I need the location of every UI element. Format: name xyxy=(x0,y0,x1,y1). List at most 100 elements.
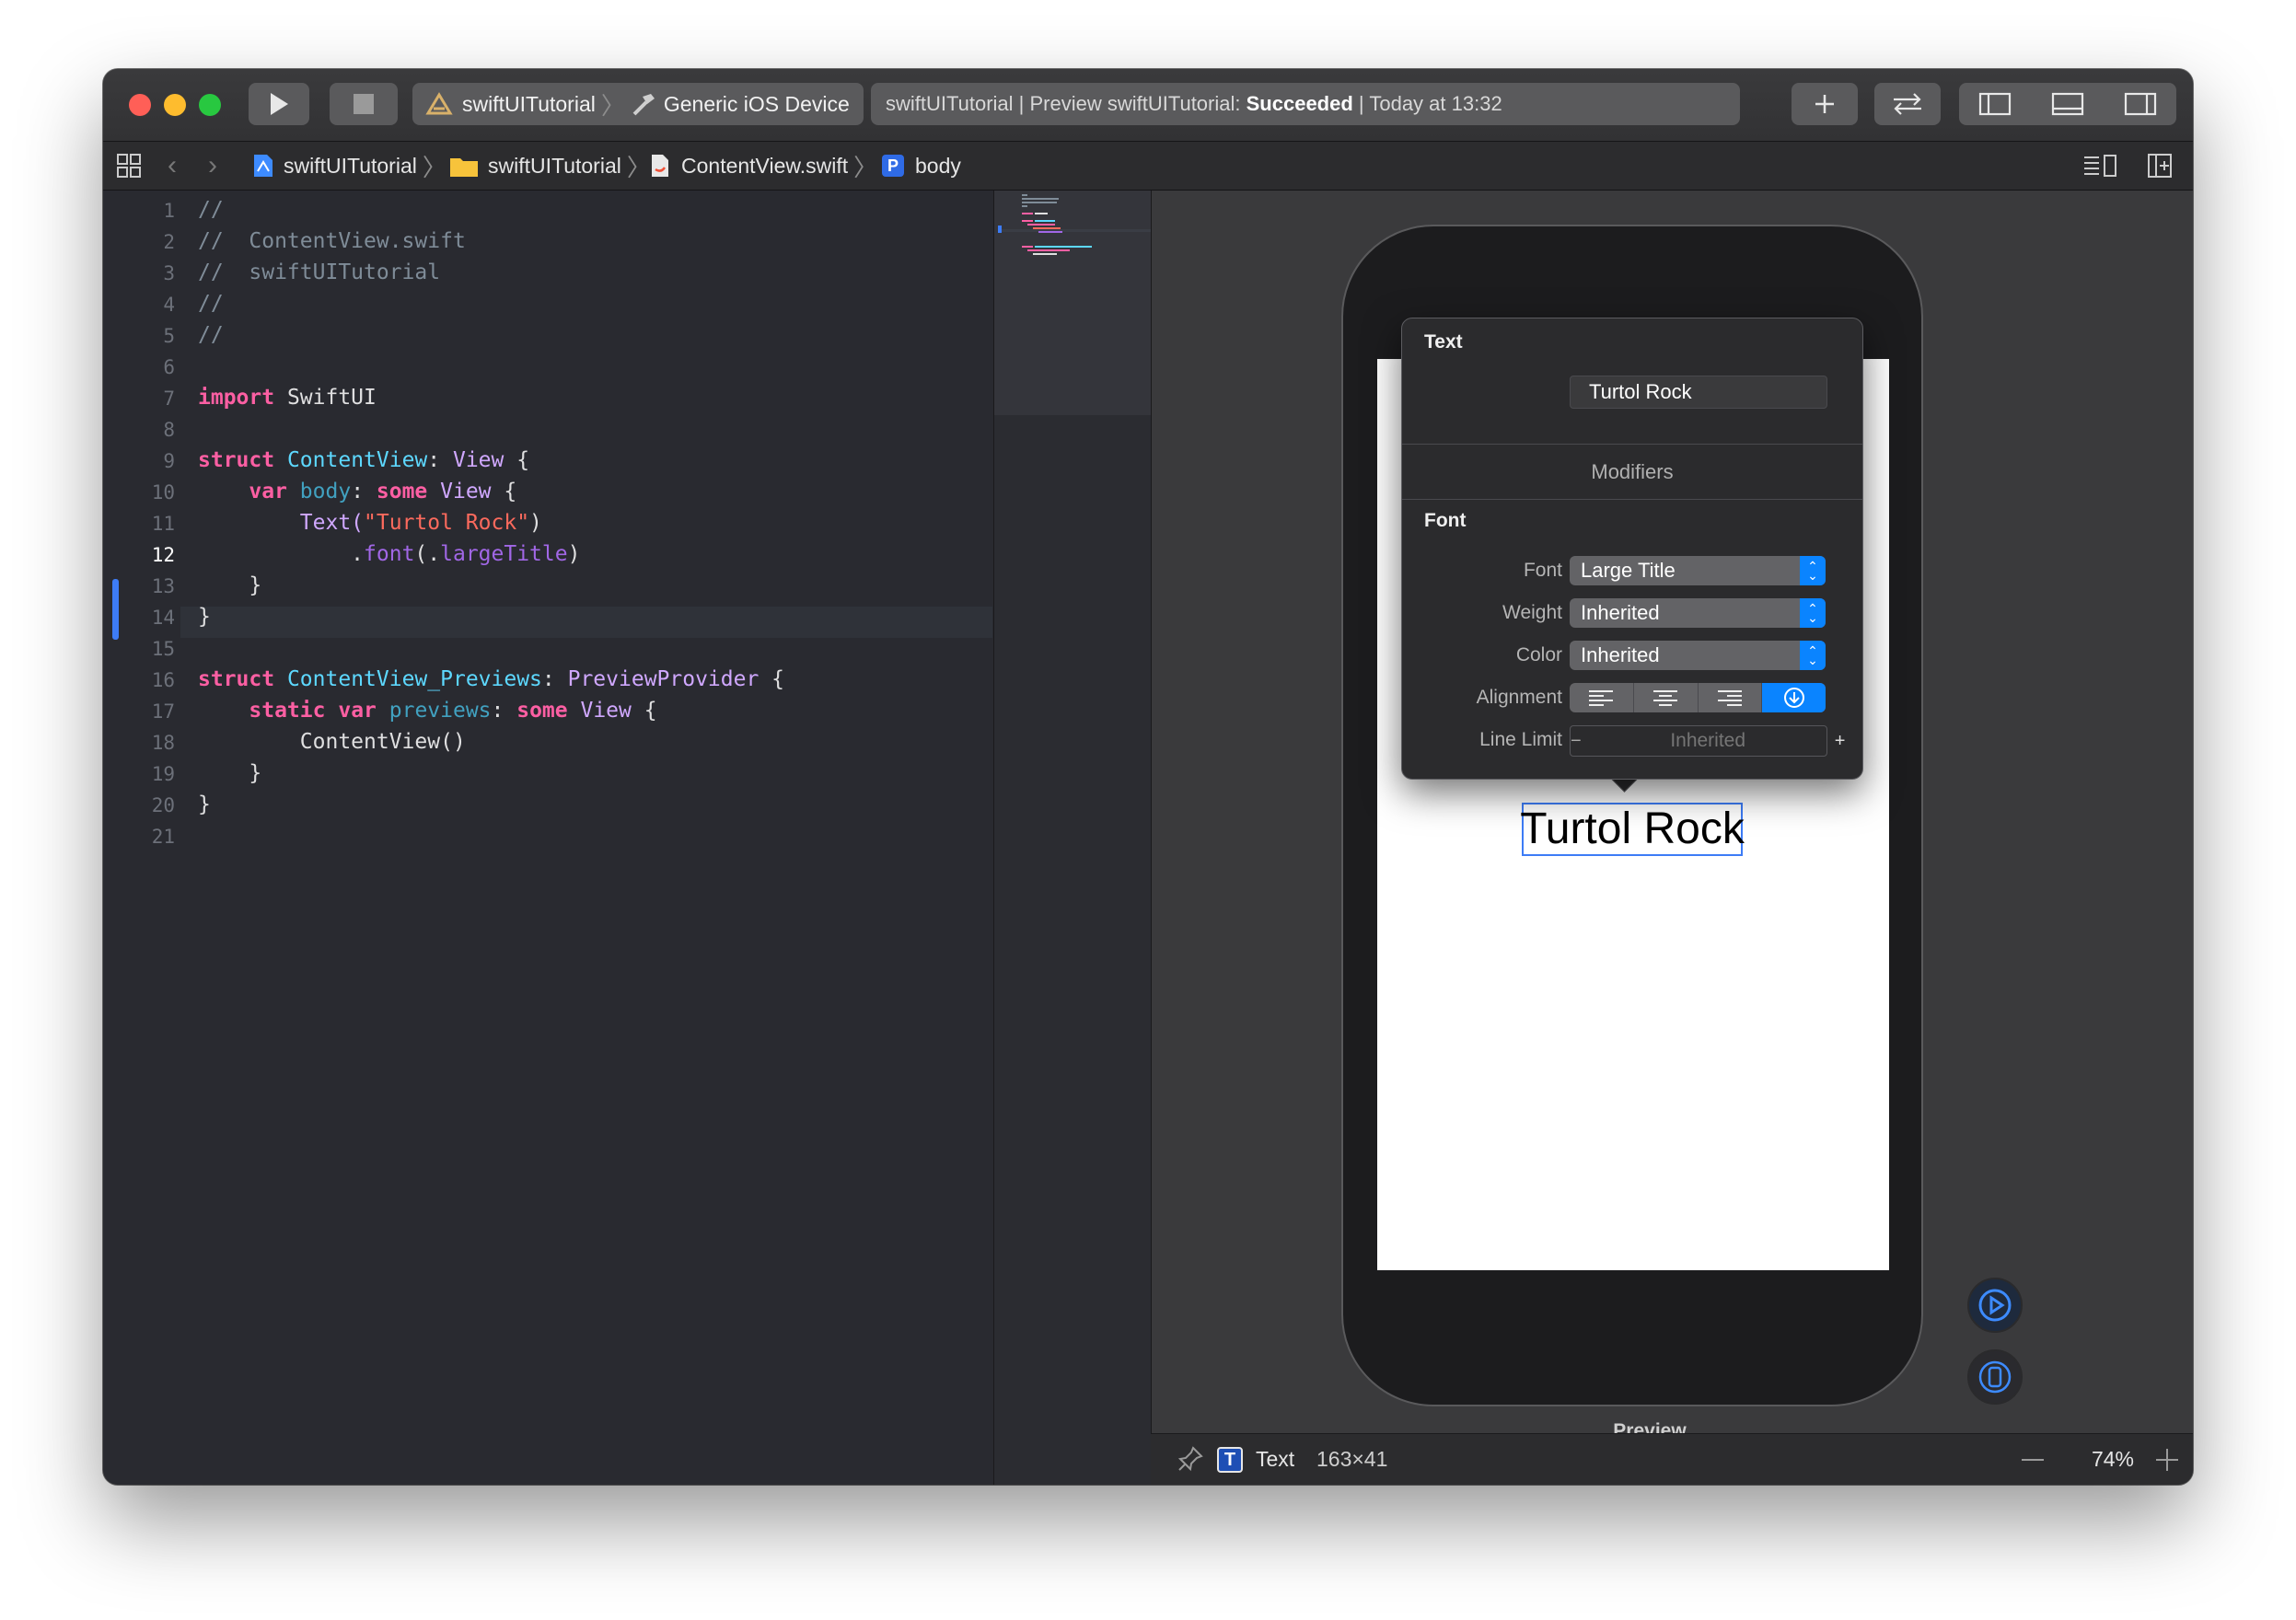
zoom-level-label[interactable]: 74% xyxy=(2081,1447,2145,1472)
editor-options-icon xyxy=(2084,155,2116,177)
line-number: 13 xyxy=(151,575,175,597)
code-line: import SwiftUI xyxy=(198,386,377,410)
breadcrumb-symbol[interactable]: P body xyxy=(882,142,961,190)
library-button[interactable] xyxy=(1792,83,1858,125)
font-popup[interactable]: Large Title ⌃ ⌄ xyxy=(1570,556,1826,585)
punct: { xyxy=(759,667,785,691)
preview-selected-text[interactable]: Turtol Rock xyxy=(1520,803,1745,856)
inspector-toggle-icon[interactable] xyxy=(2124,92,2157,116)
navigator-toggle-icon[interactable] xyxy=(1978,92,2012,116)
line-limit-decrement-button[interactable]: − xyxy=(1571,731,1582,752)
close-window-button[interactable] xyxy=(129,94,151,116)
line-number: 1 xyxy=(163,200,175,222)
code-line: // xyxy=(198,292,224,316)
minimap[interactable] xyxy=(993,191,1151,1485)
scheme-selector[interactable]: swiftUITutorial 〉 Generic iOS Device xyxy=(412,83,864,125)
forward-button[interactable]: › xyxy=(208,142,217,190)
up-down-chevron-icon: ⌃ ⌄ xyxy=(1800,641,1826,670)
code-line: struct ContentView_Previews: PreviewProv… xyxy=(198,667,784,691)
punct: : xyxy=(351,480,377,503)
pin-button[interactable] xyxy=(1177,1445,1204,1478)
color-popup[interactable]: Inherited ⌃ ⌄ xyxy=(1570,641,1826,670)
text-type-badge-icon: T xyxy=(1217,1447,1243,1473)
chevron-right-icon: › xyxy=(208,150,217,180)
app-target-icon xyxy=(425,92,453,115)
breadcrumb-folder[interactable]: swiftUITutorial 〉 xyxy=(449,142,651,190)
align-trailing-segment[interactable] xyxy=(1699,683,1763,712)
device-preview-button[interactable] xyxy=(1967,1349,2023,1405)
type-name: View xyxy=(452,448,504,472)
activity-status: Succeeded xyxy=(1246,92,1353,115)
code-line: Text("Turtol Rock") xyxy=(198,511,542,535)
line-limit-input[interactable] xyxy=(1581,729,1835,753)
divider xyxy=(1402,499,1862,500)
zoom-out-button[interactable] xyxy=(2020,1447,2046,1478)
align-inherited-segment[interactable] xyxy=(1762,683,1826,712)
align-leading-segment[interactable] xyxy=(1570,683,1634,712)
code-line: .font(.largeTitle) xyxy=(198,542,580,566)
punct: ) xyxy=(567,542,581,566)
keyword: some xyxy=(516,699,568,723)
punct: { xyxy=(631,699,657,723)
hammer-icon xyxy=(632,94,655,116)
grid-icon xyxy=(117,154,141,178)
chevron-right-icon: 〉 xyxy=(600,91,625,120)
breadcrumb-symbol-label: body xyxy=(915,153,961,178)
add-editor-button[interactable] xyxy=(2147,142,2173,190)
alignment-label: Alignment xyxy=(1476,687,1562,708)
code-review-button[interactable] xyxy=(1874,83,1941,125)
line-number: 18 xyxy=(151,732,175,754)
text-content-field[interactable]: Turtol Rock xyxy=(1570,376,1827,409)
call: ContentView() xyxy=(299,730,466,754)
font-section-heading: Font xyxy=(1424,510,1467,531)
editor-options-button[interactable] xyxy=(2082,142,2117,190)
live-preview-button[interactable] xyxy=(1967,1278,2023,1333)
preview-text-label: Turtol Rock xyxy=(1520,804,1745,853)
chevron-right-icon: 〉 xyxy=(422,153,446,181)
punct: (. xyxy=(414,542,441,566)
modifiers-heading: Modifiers xyxy=(1591,460,1674,483)
line-number: 7 xyxy=(163,388,175,410)
keyword: some xyxy=(376,480,428,503)
weight-popup[interactable]: Inherited ⌃ ⌄ xyxy=(1570,598,1826,628)
scheme-device-label: Generic iOS Device xyxy=(663,91,850,116)
activity-prefix: swiftUITutorial | Preview swiftUITutoria… xyxy=(886,92,1241,115)
line-number: 17 xyxy=(151,700,175,723)
chevron-left-icon: ‹ xyxy=(168,150,177,180)
align-left-icon xyxy=(1589,690,1614,706)
punct: } xyxy=(249,573,262,597)
type-name: ContentView xyxy=(286,448,428,472)
line-limit-increment-button[interactable]: + xyxy=(1835,731,1846,752)
up-down-chevron-icon: ⌃ ⌄ xyxy=(1800,598,1826,628)
line-number: 15 xyxy=(151,638,175,660)
back-button[interactable]: ‹ xyxy=(168,142,177,190)
breadcrumb-file[interactable]: ContentView.swift 〉 xyxy=(650,142,877,190)
code-line: // xyxy=(198,198,224,222)
canvas-bottom-bar: T Text 163×41 74% xyxy=(1151,1433,2193,1485)
jump-bar: ‹ › swiftUITutorial 〉 swiftUITutorial 〉 … xyxy=(103,142,2193,191)
keyword: static xyxy=(249,699,326,723)
line-number: 9 xyxy=(163,450,175,472)
toolbar: swiftUITutorial 〉 Generic iOS Device swi… xyxy=(103,69,2193,142)
zoom-in-button[interactable] xyxy=(2154,1447,2180,1478)
minimize-window-button[interactable] xyxy=(164,94,186,116)
xcode-window: swiftUITutorial 〉 Generic iOS Device swi… xyxy=(103,69,2193,1485)
device-icon xyxy=(1978,1360,2012,1394)
panel-toggles xyxy=(1959,83,2176,125)
chevron-right-icon: 〉 xyxy=(853,153,878,181)
debug-area-toggle-icon[interactable] xyxy=(2051,92,2084,116)
plus-icon xyxy=(2156,1449,2178,1471)
code-line: } xyxy=(198,573,261,597)
punct: : xyxy=(491,699,517,723)
line-number: 2 xyxy=(163,231,175,253)
keyword: var xyxy=(338,699,377,723)
align-center-segment[interactable] xyxy=(1634,683,1699,712)
breadcrumb-project[interactable]: swiftUITutorial 〉 xyxy=(252,142,446,190)
run-button[interactable] xyxy=(249,83,309,125)
code-line: } xyxy=(198,793,211,816)
zoom-window-button[interactable] xyxy=(199,94,221,116)
source-editor[interactable]: 1 2 3 4 5 6 7 8 9 10 11 12 13 14 15 16 17 18 19 20 21 // // … xyxy=(103,191,992,1485)
scheme-project-label: swiftUITutorial xyxy=(462,91,596,116)
related-items-button[interactable] xyxy=(116,142,142,190)
stop-button[interactable] xyxy=(330,83,398,125)
